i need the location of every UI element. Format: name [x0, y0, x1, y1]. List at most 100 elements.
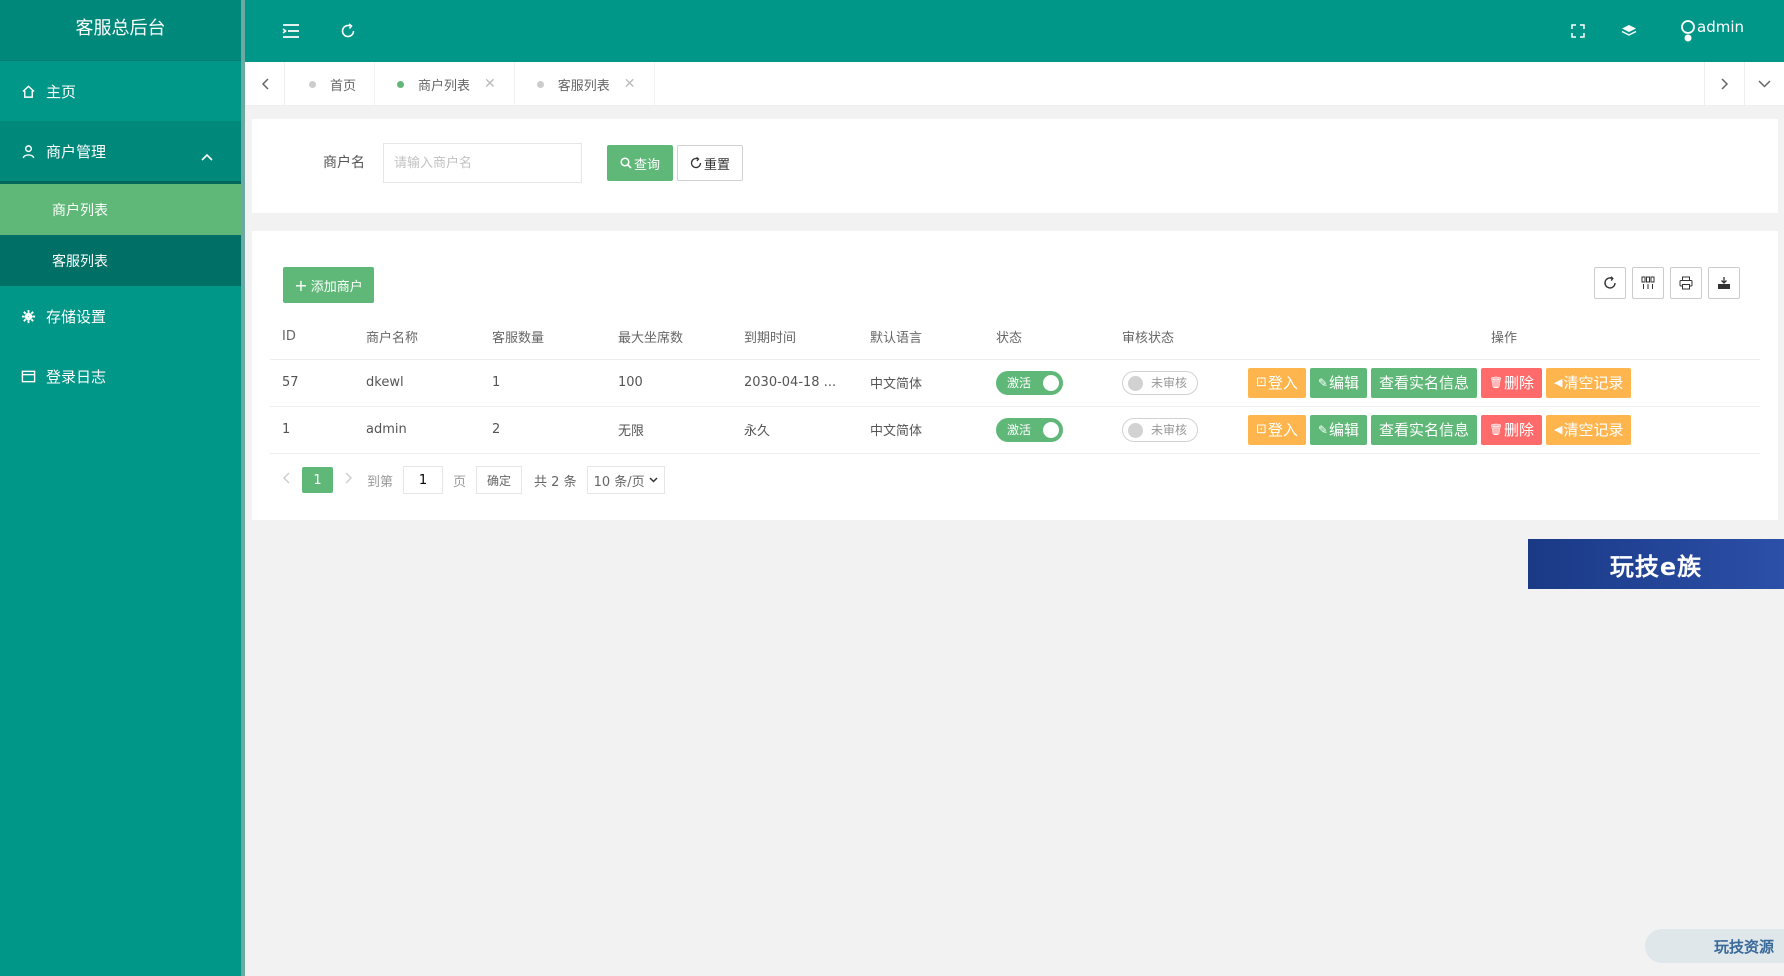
export-button[interactable]: [1708, 267, 1740, 299]
sidebar-item-storage-settings[interactable]: 存储设置: [0, 286, 241, 346]
clear-records-button[interactable]: ◀ 清空记录: [1546, 367, 1632, 398]
search-panel: 商户名 查询 重置: [252, 119, 1778, 213]
page-size-select[interactable]: 10 条/页: [586, 466, 665, 494]
status-toggle[interactable]: 激活: [996, 417, 1063, 442]
page-size-label: 10 条/页: [593, 474, 645, 490]
tabs-scroll-left-button[interactable]: [245, 62, 285, 106]
fullscreen-icon[interactable]: [1567, 20, 1589, 42]
chevron-down-icon: [1758, 76, 1771, 92]
page-number-input[interactable]: [403, 466, 444, 494]
cell-ops: ⊡ 登入 ✎ 编辑 查看实名信息 🗑 删除 ◀ 清空记录: [1236, 405, 1760, 454]
tabs-scroll-right-button[interactable]: [1704, 62, 1744, 106]
cell-max-seats: 100: [606, 358, 732, 406]
column-header[interactable]: 默认语言: [858, 315, 984, 359]
review-toggle-label: 未审核: [1151, 376, 1188, 390]
sidebar-item-label: 主页: [46, 82, 77, 101]
trash-icon: 🗑: [1489, 423, 1503, 436]
top-header: admin: [245, 0, 1784, 62]
merchant-table: ID 商户名称 客服数量 最大坐席数 到期时间 默认语言 状态 审核状态 操作 …: [270, 315, 1760, 454]
column-header[interactable]: 审核状态: [1110, 315, 1236, 359]
delete-button[interactable]: 🗑 删除: [1481, 367, 1542, 398]
table-refresh-button[interactable]: [1594, 267, 1626, 299]
tab-merchant-list[interactable]: 商户列表 ✕: [375, 62, 515, 106]
clear-records-button[interactable]: ◀ 清空记录: [1546, 414, 1632, 445]
login-button[interactable]: ⊡ 登入: [1248, 367, 1306, 398]
tab-dot: [397, 80, 405, 88]
edit-button[interactable]: ✎ 编辑: [1309, 414, 1367, 445]
status-toggle[interactable]: 激活: [996, 370, 1063, 395]
cell-agents: 1: [480, 358, 606, 406]
close-icon[interactable]: ✕: [484, 76, 496, 92]
merchant-name-input[interactable]: [383, 143, 582, 183]
column-header[interactable]: 到期时间: [732, 315, 858, 359]
username[interactable]: admin: [1697, 18, 1744, 36]
column-header[interactable]: 商户名称: [354, 315, 480, 359]
query-button[interactable]: 查询: [607, 145, 673, 181]
goto-confirm-button[interactable]: 确定: [476, 466, 523, 494]
cell-name: admin: [354, 405, 480, 454]
tab-home[interactable]: 首页: [287, 62, 376, 106]
pagination: 1 到第 页 确定 共 2 条 10 条/页: [282, 466, 665, 494]
column-header[interactable]: ID: [270, 315, 354, 359]
app-title: 客服总后台: [0, 0, 241, 61]
view-realname-button[interactable]: 查看实名信息: [1371, 414, 1478, 445]
close-icon[interactable]: ✕: [624, 76, 636, 92]
lock-icon: ⊡: [1256, 375, 1267, 390]
tab-label: 首页: [330, 78, 357, 94]
sidebar: 客服总后台 主页 商户管理 商户列表 客服列表 存储设置 登录日志: [0, 0, 241, 976]
sidebar-item-home[interactable]: 主页: [0, 61, 241, 121]
cell-expire: 2030-04-18 ...: [732, 358, 858, 406]
cell-agents: 2: [480, 405, 606, 454]
cell-id: 57: [270, 358, 354, 406]
column-filter-button[interactable]: [1632, 267, 1664, 299]
login-button[interactable]: ⊡ 登入: [1248, 414, 1306, 445]
watermark-badge: 玩技资源: [1645, 929, 1784, 963]
trash-icon: 🗑: [1489, 376, 1503, 389]
toggle-knob: [1043, 374, 1059, 391]
menu-toggle-icon[interactable]: [280, 20, 302, 42]
page-unit-label: 页: [453, 474, 467, 490]
chevron-down-icon: [649, 477, 658, 483]
theme-icon[interactable]: [1618, 20, 1640, 42]
columns-icon: [1641, 276, 1655, 290]
review-toggle[interactable]: 未审核: [1122, 417, 1198, 442]
query-button-label: 查询: [633, 157, 660, 173]
prev-page-button[interactable]: [282, 472, 290, 488]
sidebar-item-merchant-list[interactable]: 商户列表: [0, 184, 241, 235]
add-merchant-button[interactable]: + 添加商户: [283, 267, 374, 303]
edit-button[interactable]: ✎ 编辑: [1309, 367, 1367, 398]
tabs-bar: 首页 商户列表 ✕ 客服列表 ✕: [245, 62, 1784, 106]
toggle-knob: [1043, 421, 1059, 438]
pencil-icon: ✎: [1317, 375, 1328, 390]
watermark-banner: 玩技e族: [1528, 539, 1784, 589]
tabs-menu-button[interactable]: [1744, 62, 1784, 106]
delete-label: 删除: [1503, 421, 1534, 439]
reset-button[interactable]: 重置: [677, 145, 743, 181]
sidebar-item-agent-list[interactable]: 客服列表: [0, 235, 241, 286]
table-row: 1 admin 2 无限 永久 中文简体 激活 未审核 ⊡ 登入 ✎ 编辑 查看…: [270, 405, 1760, 454]
print-button[interactable]: [1670, 267, 1702, 299]
tab-label: 商户列表: [418, 78, 471, 94]
delete-button[interactable]: 🗑 删除: [1481, 414, 1542, 445]
view-realname-button[interactable]: 查看实名信息: [1371, 367, 1478, 398]
total-count: 共 2 条: [534, 474, 577, 490]
next-page-button[interactable]: [345, 472, 353, 488]
column-header[interactable]: 最大坐席数: [606, 315, 732, 359]
sidebar-item-login-log[interactable]: 登录日志: [0, 346, 241, 406]
cell-status: 激活: [984, 358, 1110, 406]
sidebar-shadow: [241, 0, 245, 976]
tab-label: 客服列表: [557, 78, 610, 94]
column-header[interactable]: 状态: [984, 315, 1110, 359]
export-icon: [1717, 276, 1731, 290]
review-toggle[interactable]: 未审核: [1122, 370, 1198, 395]
current-page[interactable]: 1: [302, 467, 333, 493]
cell-name: dkewl: [354, 358, 480, 406]
column-header[interactable]: 操作: [1236, 315, 1760, 359]
column-header[interactable]: 客服数量: [480, 315, 606, 359]
goto-label: 到第: [367, 474, 394, 490]
chevron-up-icon: [201, 147, 213, 165]
user-avatar-icon[interactable]: [1677, 20, 1699, 42]
refresh-icon[interactable]: [337, 20, 359, 42]
tab-agent-list[interactable]: 客服列表 ✕: [515, 62, 655, 106]
sidebar-item-merchant-management[interactable]: 商户管理: [0, 121, 241, 181]
